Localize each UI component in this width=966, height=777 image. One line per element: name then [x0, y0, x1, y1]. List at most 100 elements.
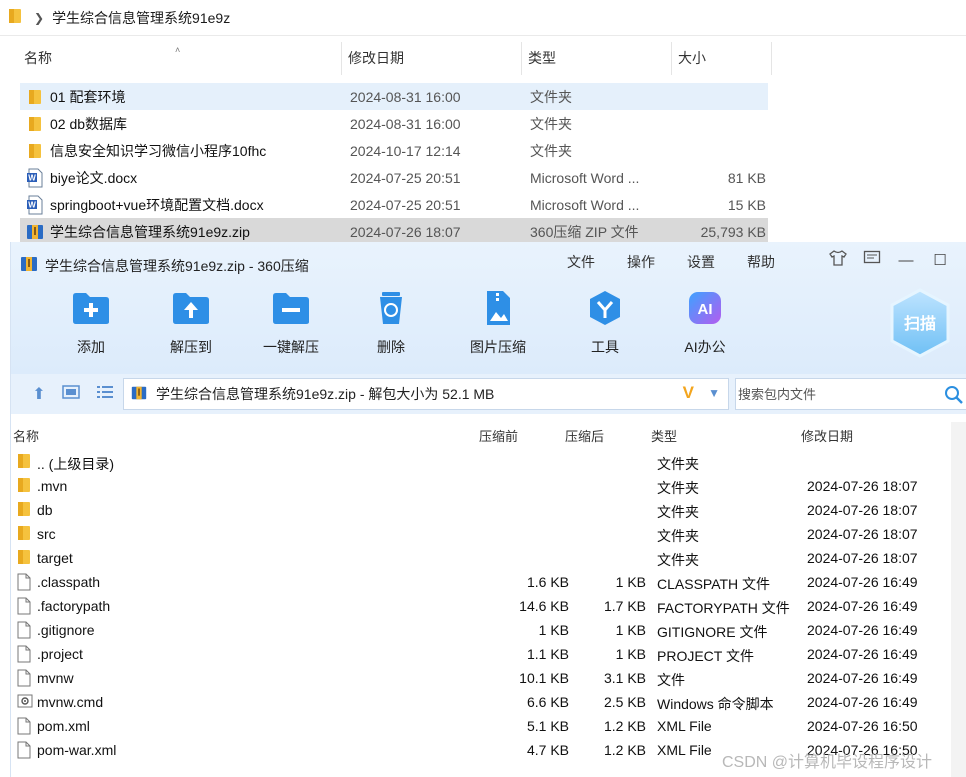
column-header-type[interactable]: 类型: [522, 42, 672, 75]
menu-operation[interactable]: 操作: [611, 252, 671, 272]
archive-entry-type: 文件夹: [657, 504, 699, 520]
archive-entry-name: .classpath: [37, 574, 101, 590]
column-header-size[interactable]: 大小: [672, 42, 772, 75]
archive-column-header: 名称 压缩前 压缩后 类型 修改日期: [11, 426, 951, 448]
vip-v-icon[interactable]: V: [683, 383, 694, 403]
menu-file[interactable]: 文件: [551, 252, 611, 272]
column-header-before[interactable]: 压缩前: [479, 426, 518, 445]
archive-entry-type: XML File: [657, 718, 712, 734]
archive-entry-size-after: 1 KB: [615, 622, 646, 638]
tools-button[interactable]: 工具: [555, 290, 655, 357]
folder-icon: [8, 8, 22, 27]
archive-window: 学生综合信息管理系统91e9z.zip - 360压缩 文件 操作 设置 帮助 …: [10, 242, 966, 777]
column-header-name[interactable]: 名称: [13, 426, 39, 445]
recycle-bin-icon: [371, 290, 411, 329]
file-type: Microsoft Word ...: [530, 169, 640, 186]
folder-icon: [17, 549, 31, 568]
ai-office-button[interactable]: AI AI办公: [655, 290, 755, 357]
archive-entry-modified: 2024-07-26 18:07: [807, 502, 918, 518]
archive-file-row[interactable]: .classpath 1.6 KB 1 KB CLASSPATH 文件 2024-07-…: [11, 570, 951, 594]
archive-entry-name: pom-war.xml: [37, 742, 117, 758]
add-folder-icon: [71, 290, 111, 329]
file-name: 学生综合信息管理系统91e9z.zip: [50, 223, 250, 240]
scan-button[interactable]: 扫描: [889, 288, 951, 358]
column-header-modified[interactable]: 修改日期: [342, 42, 522, 75]
archive-entry-modified: 2024-07-26 16:50: [807, 718, 918, 734]
watermark: CSDN @计算机毕设程序设计: [722, 754, 933, 771]
file-name: 01 配套环境: [50, 88, 126, 105]
archive-entry-type: XML File: [657, 742, 712, 758]
archive-file-list: .. (上级目录) 文件夹 .mvn 文件夹 2024-07-26 18:07 db 文件夹…: [11, 450, 951, 762]
menu-help[interactable]: 帮助: [731, 252, 791, 272]
folder-icon: [17, 525, 31, 544]
archive-entry-size-after: 1.2 KB: [603, 742, 646, 758]
skin-shirt-icon[interactable]: [821, 250, 855, 270]
explorer-file-row[interactable]: Wspringboot+vue环境配置文档.docx 2024-07-25 20:…: [20, 191, 768, 218]
feedback-icon[interactable]: [855, 250, 889, 270]
image-compress-label: 图片压缩: [470, 339, 526, 355]
archive-entry-name: .mvn: [37, 478, 68, 494]
archive-path-field[interactable]: 学生综合信息管理系统91e9z.zip - 解包大小为 52.1 MB V ▼: [123, 378, 729, 410]
chevron-right-icon[interactable]: ❯: [34, 11, 44, 25]
breadcrumb-current[interactable]: 学生综合信息管理系统91e9z: [52, 8, 230, 28]
cmd-script-icon: [17, 693, 33, 712]
archive-entry-size-before: 10.1 KB: [519, 670, 569, 686]
chevron-down-icon[interactable]: ▼: [708, 386, 720, 400]
minimize-icon[interactable]: —: [889, 252, 923, 269]
archive-entry-size-before: 5.1 KB: [526, 718, 569, 734]
thumbnail-view-icon[interactable]: [59, 384, 83, 404]
search-icon[interactable]: [944, 385, 964, 408]
archive-file-row[interactable]: pom.xml 5.1 KB 1.2 KB XML File 2024-07-26 16…: [11, 714, 951, 738]
breadcrumb-bar: ❯ 学生综合信息管理系统91e9z: [0, 0, 966, 36]
archive-entry-modified: 2024-07-26 16:49: [807, 622, 918, 638]
archive-window-title: 学生综合信息管理系统91e9z.zip - 360压缩: [45, 257, 309, 274]
extract-to-button[interactable]: 解压到: [141, 290, 241, 357]
file-type: 360压缩 ZIP 文件: [530, 223, 639, 240]
file-icon: [17, 573, 31, 594]
image-compress-button[interactable]: 图片压缩: [441, 290, 555, 357]
explorer-file-row[interactable]: 01 配套环境 2024-08-31 16:00 文件夹: [20, 83, 768, 110]
archive-entry-modified: 2024-07-26 18:07: [807, 526, 918, 542]
archive-entry-name: .project: [37, 646, 83, 662]
search-input[interactable]: [738, 386, 938, 402]
explorer-file-row[interactable]: 信息安全知识学习微信小程序10fhc 2024-10-17 12:14 文件夹: [20, 137, 768, 164]
extract-to-label: 解压到: [170, 339, 212, 355]
archive-entry-modified: 2024-07-26 16:49: [807, 574, 918, 590]
file-size: 81 KB: [727, 169, 766, 186]
one-click-extract-button[interactable]: 一键解压: [241, 290, 341, 357]
maximize-icon[interactable]: ☐: [923, 251, 957, 269]
sort-ascending-icon: ˄: [175, 45, 181, 55]
archive-file-row[interactable]: .factorypath 14.6 KB 1.7 KB FACTORYPATH 文件 2…: [11, 594, 951, 618]
vertical-scrollbar[interactable]: [951, 422, 966, 777]
archive-file-row[interactable]: src 文件夹 2024-07-26 18:07: [11, 522, 951, 546]
close-icon[interactable]: ✕: [957, 251, 966, 269]
archive-entry-size-after: 3.1 KB: [603, 670, 646, 686]
one-click-extract-icon: [271, 290, 311, 329]
archive-file-row[interactable]: .project 1.1 KB 1 KB PROJECT 文件 2024-07-26 1…: [11, 642, 951, 666]
archive-file-row[interactable]: .mvn 文件夹 2024-07-26 18:07: [11, 474, 951, 498]
column-header-after[interactable]: 压缩后: [565, 426, 604, 445]
explorer-file-row[interactable]: Wbiye论文.docx 2024-07-25 20:51 Microsoft Wo…: [20, 164, 768, 191]
ai-office-icon: AI: [685, 290, 725, 329]
archive-entry-size-after: 1 KB: [615, 646, 646, 662]
column-header-type[interactable]: 类型: [651, 426, 677, 445]
list-view-icon[interactable]: [93, 385, 117, 404]
archive-file-row[interactable]: mvnw.cmd 6.6 KB 2.5 KB Windows 命令脚本 2024-07-…: [11, 690, 951, 714]
column-modified-label: 修改日期: [348, 50, 404, 66]
archive-file-row[interactable]: .. (上级目录) 文件夹: [11, 450, 951, 474]
column-header-modified[interactable]: 修改日期: [801, 426, 853, 445]
up-arrow-icon[interactable]: ⬆: [27, 384, 51, 404]
delete-button[interactable]: 删除: [341, 290, 441, 357]
explorer-file-row[interactable]: 02 db数据库 2024-08-31 16:00 文件夹: [20, 110, 768, 137]
archive-file-row[interactable]: db 文件夹 2024-07-26 18:07: [11, 498, 951, 522]
archive-entry-type: 文件: [657, 672, 685, 688]
archive-file-row[interactable]: .gitignore 1 KB 1 KB GITIGNORE 文件 2024-07-26…: [11, 618, 951, 642]
file-modified-date: 2024-08-31 16:00: [350, 88, 461, 105]
menu-settings[interactable]: 设置: [671, 252, 731, 272]
column-header-name[interactable]: ˄ 名称: [18, 42, 342, 75]
add-button[interactable]: 添加: [41, 290, 141, 357]
archive-file-row[interactable]: target 文件夹 2024-07-26 18:07: [11, 546, 951, 570]
file-name: biye论文.docx: [50, 169, 138, 186]
explorer-file-row[interactable]: 学生综合信息管理系统91e9z.zip 2024-07-26 18:07 360压缩…: [20, 218, 768, 245]
archive-file-row[interactable]: mvnw 10.1 KB 3.1 KB 文件 2024-07-26 16:49: [11, 666, 951, 690]
